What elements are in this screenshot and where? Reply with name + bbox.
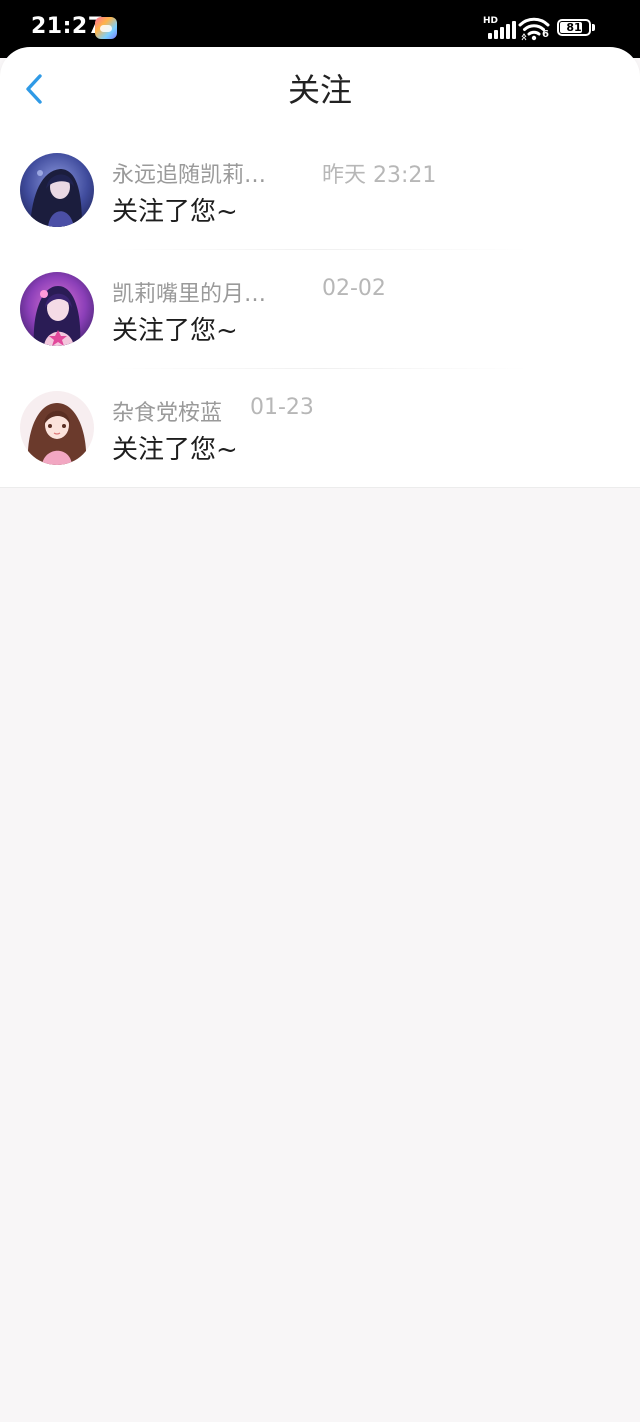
notification-time: 02-02	[322, 276, 386, 301]
follower-name: 凯莉嘴里的月…	[112, 282, 267, 307]
notification-message: 关注了您~	[112, 197, 238, 227]
battery-level: 81	[566, 21, 582, 34]
notification-message: 关注了您~	[112, 316, 238, 346]
follower-list: 永远追随凯莉… 昨天 23:21 关注了您~ 凯莉嘴里的月… 02-02 关注了…	[0, 131, 640, 488]
avatar[interactable]	[20, 153, 94, 227]
follower-name: 永远追随凯莉…	[112, 163, 267, 188]
battery-icon: 81	[557, 19, 597, 39]
status-time: 21:27	[31, 14, 104, 39]
list-item[interactable]: 凯莉嘴里的月… 02-02 关注了您~	[0, 250, 640, 369]
wifi-icon: 6	[518, 16, 550, 42]
notification-time: 01-23	[250, 395, 314, 420]
wifi-standard-label: 6	[542, 29, 549, 40]
notification-message: 关注了您~	[112, 435, 238, 465]
list-item[interactable]: 永远追随凯莉… 昨天 23:21 关注了您~	[0, 131, 640, 250]
notification-time: 昨天 23:21	[322, 163, 437, 188]
follower-name: 杂食党桉蓝	[112, 401, 223, 426]
game-app-icon	[95, 17, 117, 39]
page-title: 关注	[287, 71, 352, 109]
list-item[interactable]: 杂食党桉蓝 01-23 关注了您~	[0, 369, 640, 488]
cellular-signal-icon: HD	[483, 16, 516, 39]
header-bar: 关注	[0, 47, 640, 131]
avatar[interactable]	[20, 391, 94, 465]
avatar[interactable]	[20, 272, 94, 346]
